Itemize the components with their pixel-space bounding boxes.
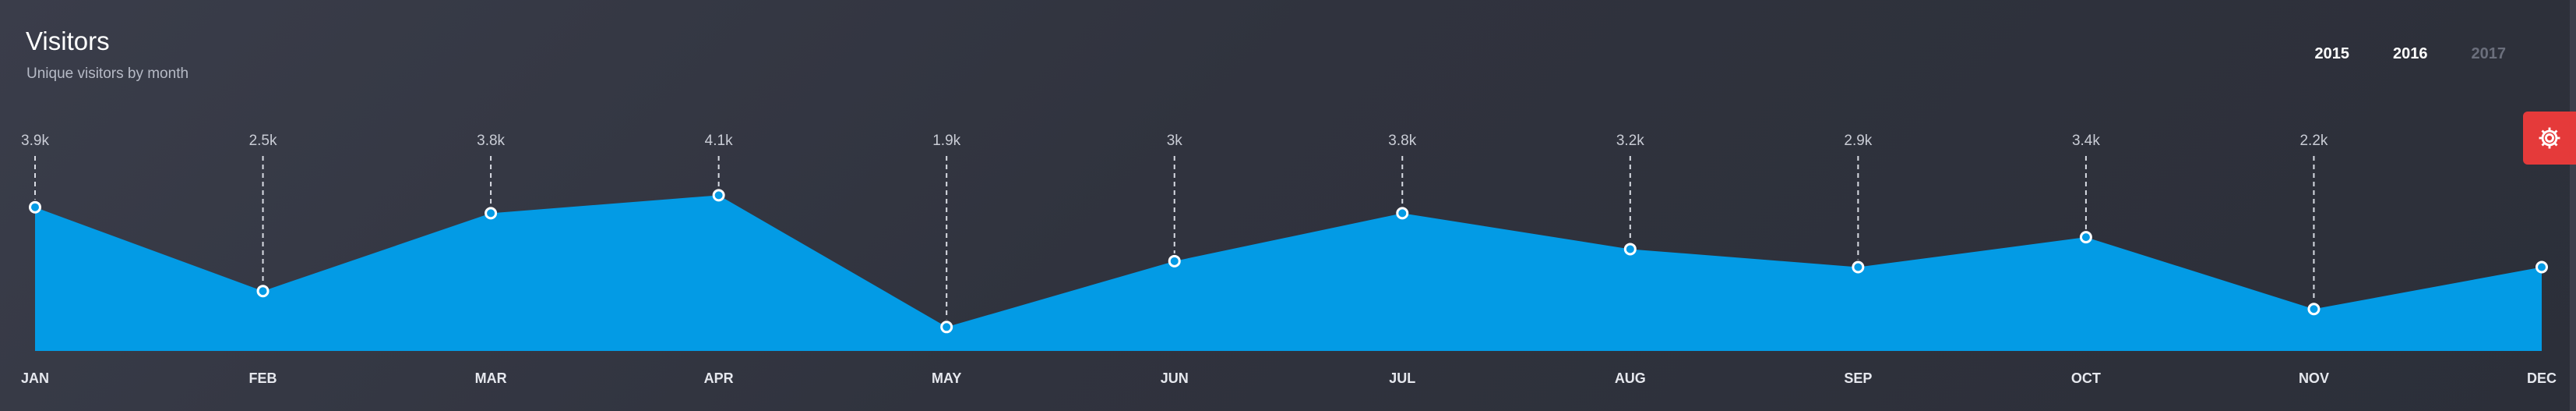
- value-label: 2.9k: [1844, 133, 1872, 149]
- data-point[interactable]: [256, 285, 270, 298]
- value-label: 3k: [1167, 133, 1183, 149]
- value-label: 1.9k: [932, 133, 960, 149]
- right-edge-strip: [2570, 0, 2576, 411]
- data-point[interactable]: [2307, 303, 2321, 316]
- month-tick-label: MAR: [475, 370, 507, 386]
- value-label: 2.5k: [249, 133, 277, 149]
- data-point[interactable]: [1396, 207, 1409, 220]
- month-tick-label: APR: [704, 370, 734, 386]
- month-tick-label: AUG: [1615, 370, 1646, 386]
- value-label: 3.8k: [477, 133, 505, 149]
- data-point[interactable]: [1852, 260, 1865, 274]
- data-point[interactable]: [1168, 254, 1181, 268]
- data-point[interactable]: [485, 207, 498, 220]
- data-point[interactable]: [2079, 231, 2092, 244]
- value-label: 3.2k: [1616, 133, 1644, 149]
- data-point[interactable]: [2535, 260, 2548, 274]
- month-tick-label: JUL: [1389, 370, 1415, 386]
- month-tick-label: OCT: [2071, 370, 2101, 386]
- month-tick-label: MAY: [932, 370, 961, 386]
- settings-button[interactable]: [2523, 112, 2576, 165]
- visitors-area-chart: 3.9k JAN 2.5k FEB 3.8k MAR 4.1k APR 1.9k MAY 3k JUN…: [21, 133, 2557, 386]
- month-tick-label: DEC: [2527, 370, 2557, 386]
- data-point[interactable]: [712, 189, 725, 202]
- value-label: 3.9k: [21, 133, 49, 149]
- value-label: 3.4k: [2072, 133, 2100, 149]
- month-tick-label: NOV: [2299, 370, 2329, 386]
- value-label: 4.1k: [705, 133, 733, 149]
- gear-icon: [2539, 127, 2560, 149]
- year-2017-tab[interactable]: 2017: [2472, 45, 2507, 63]
- data-point[interactable]: [940, 321, 953, 334]
- visitors-card: Visitors Unique visitors by month 3.9k JA…: [0, 0, 2576, 411]
- value-label: 3.8k: [1388, 133, 1416, 149]
- visitors-area: [35, 195, 2542, 351]
- month-tick-label: JUN: [1161, 370, 1189, 386]
- month-tick-label: SEP: [1844, 370, 1872, 386]
- value-label: 2.2k: [2299, 133, 2328, 149]
- month-tick-label: FEB: [249, 370, 277, 386]
- data-point[interactable]: [29, 200, 41, 214]
- year-selector: 2015 2016 2017: [2315, 45, 2507, 63]
- data-point[interactable]: [1623, 243, 1637, 256]
- year-2015-tab[interactable]: 2015: [2315, 45, 2350, 63]
- year-2016-tab[interactable]: 2016: [2393, 45, 2428, 63]
- month-tick-label: JAN: [21, 370, 49, 386]
